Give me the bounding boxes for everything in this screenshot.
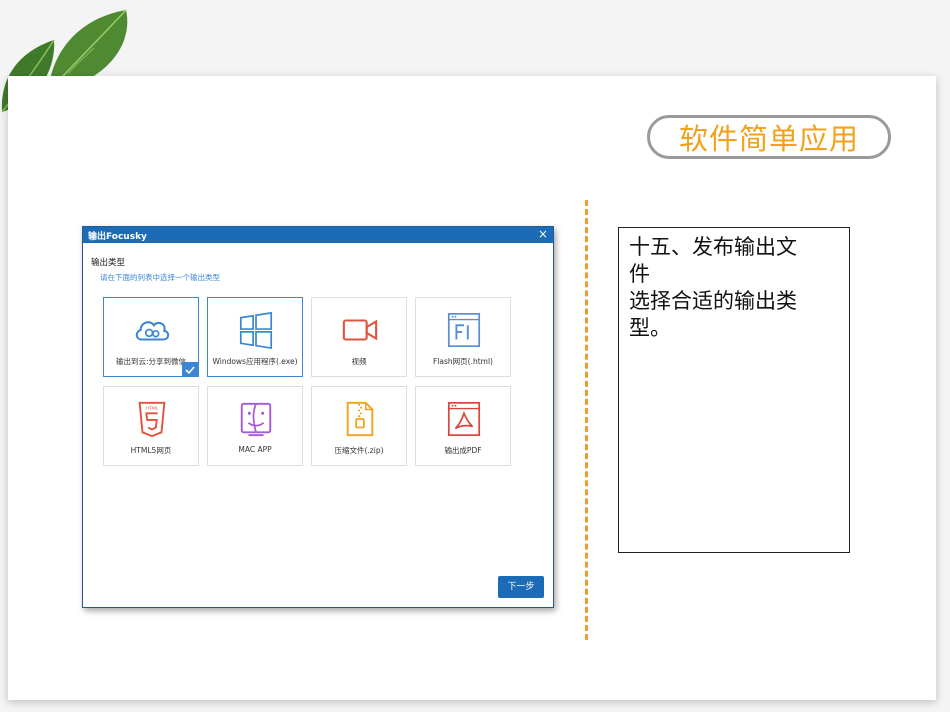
option-label: 压缩文件(.zip) bbox=[334, 446, 384, 455]
slide-title: 软件简单应用 bbox=[647, 115, 891, 159]
option-video[interactable]: 视频 bbox=[311, 297, 407, 377]
option-label: 输出成PDF bbox=[444, 446, 482, 455]
option-windows-exe[interactable]: Windows应用程序(.exe) bbox=[207, 297, 303, 377]
option-label: 视频 bbox=[351, 357, 367, 366]
next-button[interactable]: 下一步 bbox=[498, 576, 544, 598]
section-title: 输出类型 bbox=[91, 258, 126, 268]
option-label: Flash网页(.html) bbox=[433, 357, 493, 366]
option-zip[interactable]: 压缩文件(.zip) bbox=[311, 386, 407, 466]
window-titlebar: 输出Focusky × bbox=[83, 227, 553, 243]
checkmark-icon bbox=[182, 362, 198, 376]
option-cloud-wechat[interactable]: 输出到云:分享到微信 bbox=[103, 297, 199, 377]
html5-icon: HTML bbox=[138, 401, 166, 438]
divider-dashed bbox=[585, 200, 588, 640]
windows-icon bbox=[239, 311, 273, 349]
option-label: HTML5网页 bbox=[130, 446, 172, 455]
instruction-textbox: 十五、发布输出文 件 选择合适的输出类 型。 bbox=[618, 227, 850, 553]
svg-text:HTML: HTML bbox=[146, 406, 159, 412]
window-title: 输出Focusky bbox=[88, 232, 147, 242]
mac-finder-icon bbox=[240, 402, 272, 437]
option-mac-app[interactable]: MAC APP bbox=[207, 386, 303, 466]
option-html5[interactable]: HTML HTML5网页 bbox=[103, 386, 199, 466]
cloud-icon bbox=[135, 321, 170, 341]
option-label: Windows应用程序(.exe) bbox=[212, 357, 298, 366]
pdf-icon bbox=[447, 401, 481, 437]
video-camera-icon bbox=[342, 319, 378, 341]
body-line: 型。 bbox=[629, 316, 671, 340]
body-line: 选择合适的输出类 bbox=[629, 289, 797, 313]
option-flash-html[interactable]: Flash网页(.html) bbox=[415, 297, 511, 377]
zip-file-icon bbox=[346, 401, 374, 437]
option-label: MAC APP bbox=[238, 445, 272, 454]
flash-icon bbox=[447, 312, 481, 348]
slide-title-text: 软件简单应用 bbox=[678, 122, 859, 156]
body-line: 件 bbox=[629, 262, 650, 286]
section-subtitle: 请在下面的列表中选择一个输出类型 bbox=[100, 273, 220, 282]
close-icon[interactable]: × bbox=[538, 227, 548, 242]
body-line: 十五、发布输出文 bbox=[629, 235, 797, 259]
output-dialog: 输出Focusky × 输出类型 请在下面的列表中选择一个输出类型 输出到云:分… bbox=[82, 226, 554, 608]
option-pdf[interactable]: 输出成PDF bbox=[415, 386, 511, 466]
